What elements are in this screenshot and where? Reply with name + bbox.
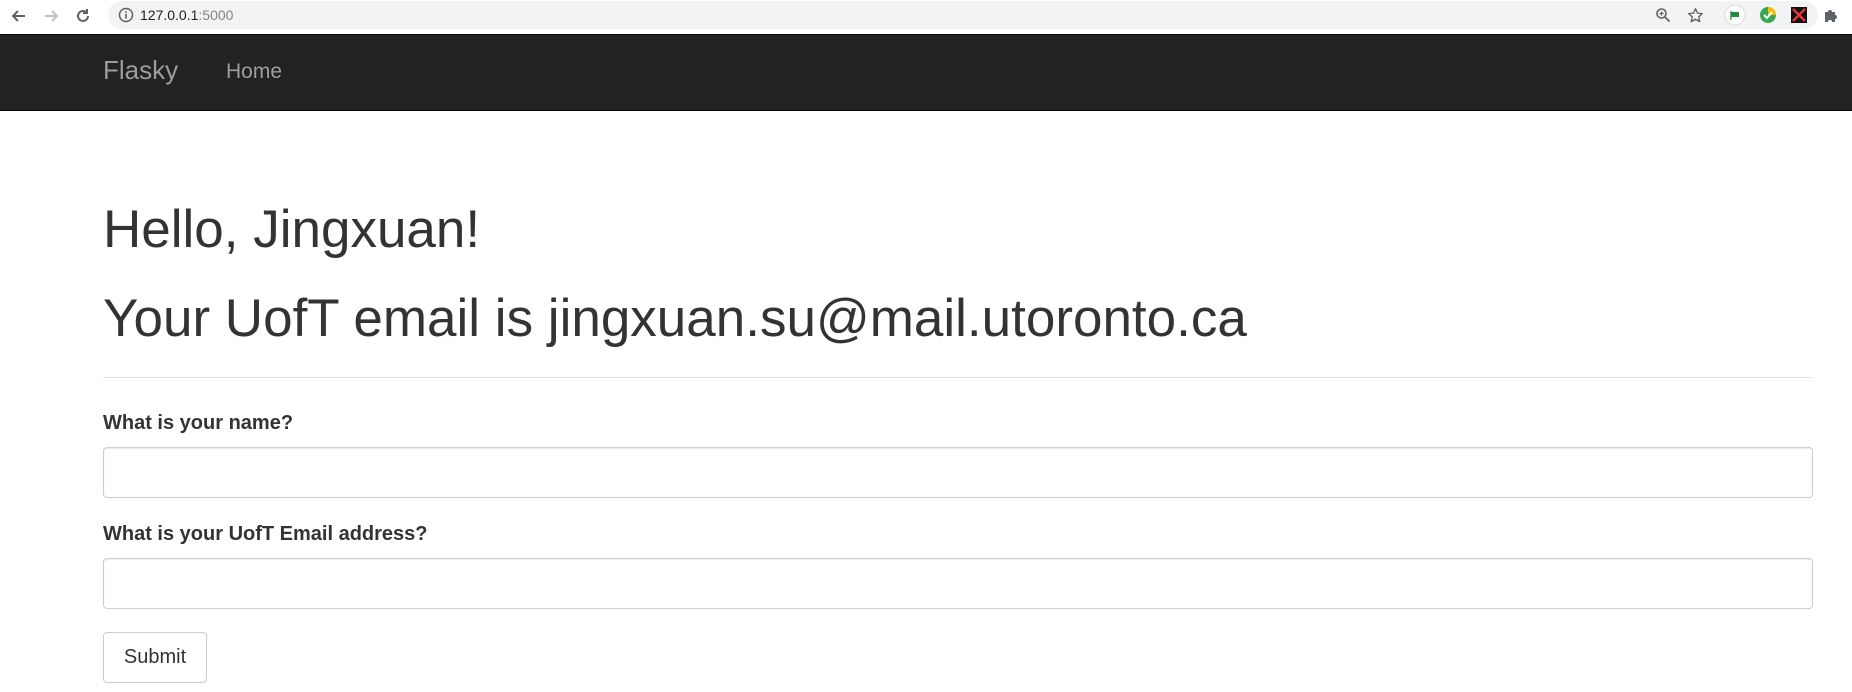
url-host: 127.0.0.1 — [140, 7, 199, 23]
extension-green-flag-icon[interactable] — [1724, 4, 1746, 26]
browser-toolbar: 127.0.0.1:5000 — [0, 0, 1852, 33]
reload-icon[interactable] — [70, 3, 96, 29]
address-bar[interactable]: 127.0.0.1:5000 — [108, 1, 1818, 29]
navbar: Flasky Home — [0, 34, 1852, 111]
navbar-brand[interactable]: Flasky — [103, 55, 178, 86]
url-port: :5000 — [198, 7, 234, 23]
divider — [103, 377, 1813, 378]
puzzle-icon[interactable] — [1820, 4, 1842, 26]
name-field-label: What is your name? — [103, 412, 294, 434]
email-heading: Your UofT email is jingxuan.su@mail.utor… — [103, 289, 1247, 348]
star-icon[interactable] — [1685, 5, 1705, 25]
extension-check-icon[interactable] — [1757, 4, 1779, 26]
nav-link-home[interactable]: Home — [226, 60, 282, 84]
forward-arrow-icon[interactable] — [38, 3, 64, 29]
email-input[interactable] — [103, 558, 1813, 609]
info-icon[interactable] — [118, 7, 134, 23]
url-text: 127.0.0.1:5000 — [140, 7, 233, 23]
name-input[interactable] — [103, 447, 1813, 498]
zoom-icon[interactable] — [1653, 5, 1673, 25]
extension-x-icon[interactable] — [1788, 4, 1810, 26]
email-field-label: What is your UofT Email address? — [103, 523, 428, 545]
back-arrow-icon[interactable] — [6, 3, 32, 29]
submit-button[interactable]: Submit — [103, 632, 207, 683]
greeting-heading: Hello, Jingxuan! — [103, 200, 481, 259]
